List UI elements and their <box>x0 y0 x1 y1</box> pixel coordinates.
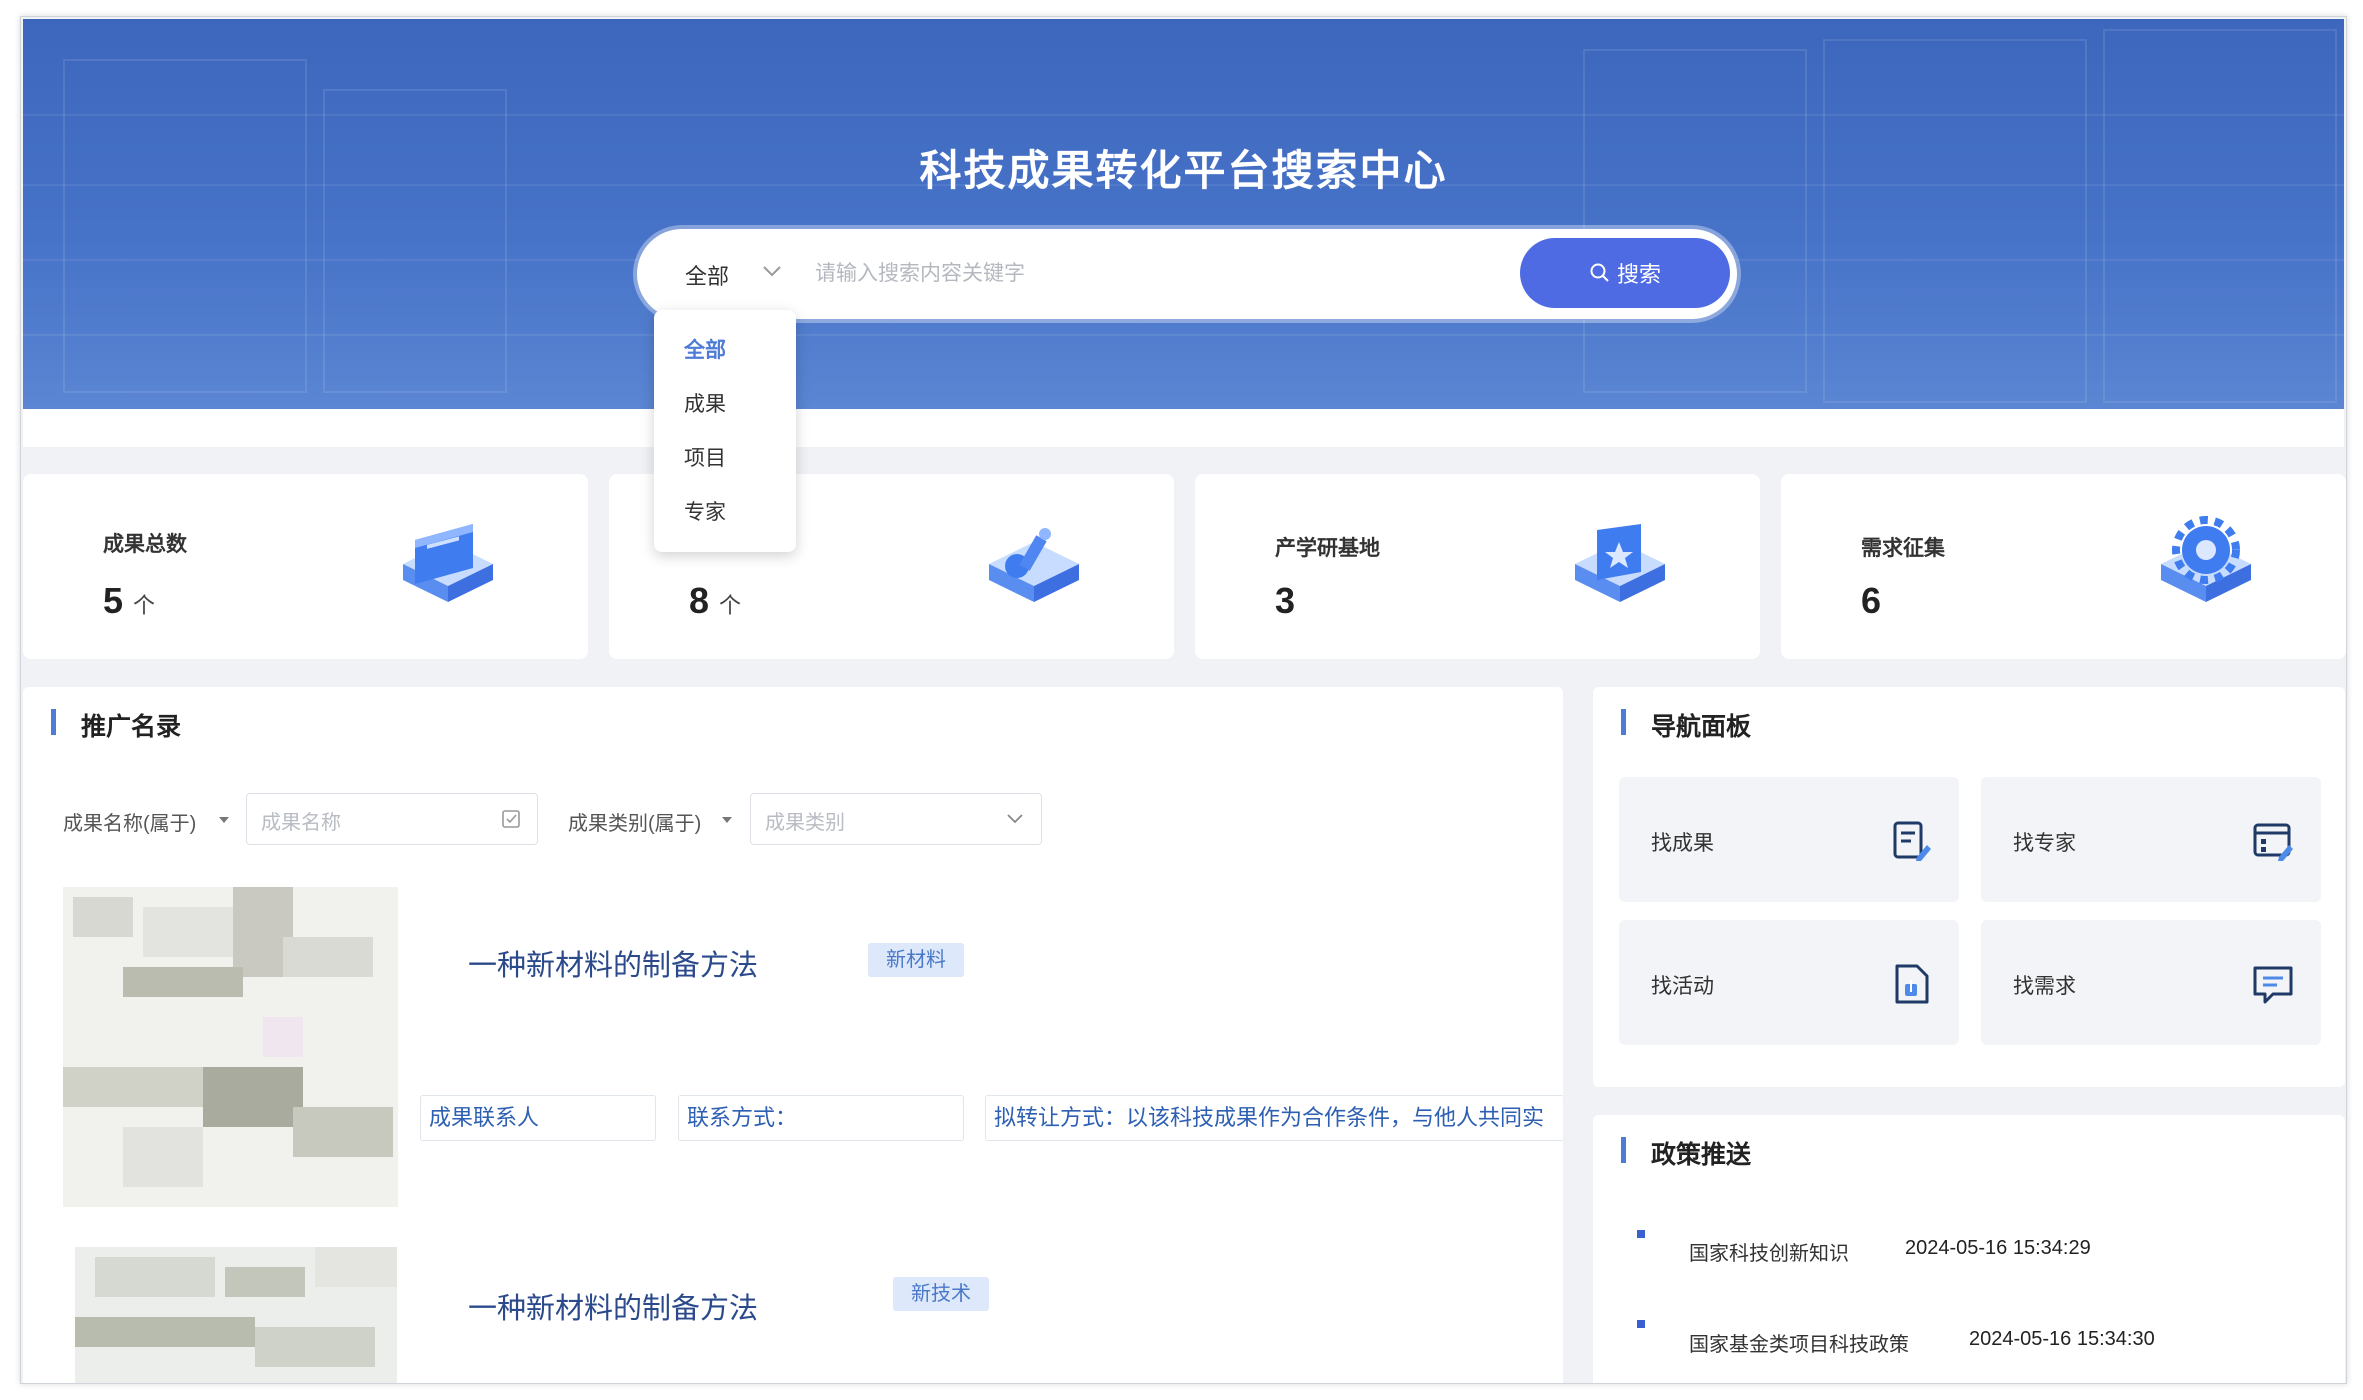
file-upload-icon <box>1895 964 1929 1004</box>
result-title[interactable]: 一种新材料的制备方法 <box>468 1285 758 1327</box>
contact-person-field: 成果联系人 <box>420 1095 656 1141</box>
dropdown-option-project[interactable]: 项目 <box>684 442 726 472</box>
stat-label: 产学研基地 <box>1275 537 1380 560</box>
stat-label: 需求征集 <box>1861 537 1945 560</box>
nav-tile-label: 找成果 <box>1651 832 1714 855</box>
panel-accent-bar <box>1621 709 1626 735</box>
transfer-method-field: 拟转让方式：以该科技成果作为合作条件，与他人共同实 <box>985 1095 1564 1141</box>
filter-name-input[interactable]: 成果名称 <box>246 793 538 845</box>
nav-tile-label: 找活动 <box>1651 975 1714 998</box>
badge-star-icon <box>1575 524 1665 602</box>
message-icon <box>2253 966 2293 1004</box>
stat-card-bases[interactable]: 产学研基地 3 <box>1195 474 1760 659</box>
caret-down-icon[interactable] <box>218 815 230 825</box>
panel-accent-bar <box>1621 1137 1626 1163</box>
search-button-label: 搜索 <box>1616 262 1661 287</box>
chevron-down-icon <box>1007 814 1023 824</box>
search-icon <box>1590 263 1609 282</box>
scope-dropdown-menu: 全部 成果 项目 专家 <box>654 310 796 552</box>
result-thumbnail[interactable] <box>63 887 398 1207</box>
browser-window-icon <box>403 524 493 602</box>
search-button[interactable]: 搜索 <box>1520 238 1730 308</box>
chevron-down-icon[interactable] <box>761 261 783 281</box>
nav-tile-find-demand[interactable]: 找需求 <box>1981 920 2321 1045</box>
search-scope-select[interactable]: 全部 <box>685 259 729 291</box>
filter-type-select[interactable]: 成果类别 <box>750 793 1042 845</box>
nav-tile-find-activity[interactable]: 找活动 <box>1619 920 1959 1045</box>
bullet <box>1637 1320 1645 1328</box>
filter-type-placeholder: 成果类别 <box>765 812 845 834</box>
policy-item-title[interactable]: 国家基金类项目科技政策 <box>1689 1328 1909 1357</box>
dropdown-option-all[interactable]: 全部 <box>684 334 726 364</box>
app-window: 科技成果转化平台搜索中心 全部 搜索 全部 成果 项目 专家 成果总数 5个 <box>20 16 2347 1384</box>
hero-bottom-strip <box>23 409 2344 447</box>
filter-name-label: 成果名称(属于) <box>63 813 197 835</box>
promo-panel-title: 推广名录 <box>81 713 182 741</box>
nav-panel-title: 导航面板 <box>1651 713 1752 741</box>
checklist-icon <box>502 810 520 828</box>
stat-label: 成果总数 <box>103 533 187 556</box>
nav-tile-find-achievement[interactable]: 找成果 <box>1619 777 1959 902</box>
search-bar: 全部 搜索 <box>637 229 1737 319</box>
stat-card-demands[interactable]: 需求征集 6 <box>1781 474 2346 659</box>
panel-accent-bar <box>51 709 56 735</box>
result-thumbnail[interactable] <box>75 1247 397 1383</box>
policy-item-title[interactable]: 国家科技创新知识 <box>1689 1237 1849 1266</box>
result-title[interactable]: 一种新材料的制备方法 <box>468 942 758 984</box>
caret-down-icon[interactable] <box>721 815 733 825</box>
bullet <box>1637 1230 1645 1238</box>
stat-value: 3 <box>1275 580 1296 621</box>
result-tag: 新技术 <box>893 1277 989 1311</box>
policy-panel-title: 政策推送 <box>1651 1141 1752 1169</box>
filter-type-label: 成果类别(属于) <box>568 813 702 835</box>
calendar-edit-icon <box>2253 823 2293 861</box>
document-edit-icon <box>1893 821 1931 861</box>
nav-tile-label: 找需求 <box>2013 975 2076 998</box>
policy-item-date: 2024-05-16 15:34:29 <box>1905 1237 2091 1259</box>
policy-item-date: 2024-05-16 15:34:30 <box>1969 1328 2155 1350</box>
nav-tile-find-expert[interactable]: 找专家 <box>1981 777 2321 902</box>
page-title: 科技成果转化平台搜索中心 <box>919 147 1448 194</box>
search-input[interactable] <box>813 253 1497 295</box>
policy-panel: 政策推送 国家科技创新知识 2024-05-16 15:34:29 国家基金类项… <box>1593 1115 2345 1383</box>
contact-method-field: 联系方式： <box>678 1095 964 1141</box>
dropdown-option-expert[interactable]: 专家 <box>684 496 726 526</box>
microscope-icon <box>989 528 1079 602</box>
stat-card-achievements[interactable]: 成果总数 5个 <box>23 474 588 659</box>
stat-value: 5个 <box>103 580 156 621</box>
nav-panel: 导航面板 找成果 找专家 找活动 找需求 <box>1593 687 2345 1087</box>
hero-banner: 科技成果转化平台搜索中心 全部 搜索 <box>23 19 2344 409</box>
result-tag: 新材料 <box>868 943 964 977</box>
stat-value: 6 <box>1861 580 1882 621</box>
promo-panel: 推广名录 成果名称(属于) 成果名称 成果类别(属于) 成果类别 一种新材料的制… <box>23 687 1564 1383</box>
stat-value: 8个 <box>689 580 742 621</box>
dropdown-option-achievement[interactable]: 成果 <box>684 388 726 418</box>
filter-name-placeholder: 成果名称 <box>261 812 341 834</box>
nav-tile-label: 找专家 <box>2013 832 2076 855</box>
gear-icon <box>2161 516 2251 602</box>
